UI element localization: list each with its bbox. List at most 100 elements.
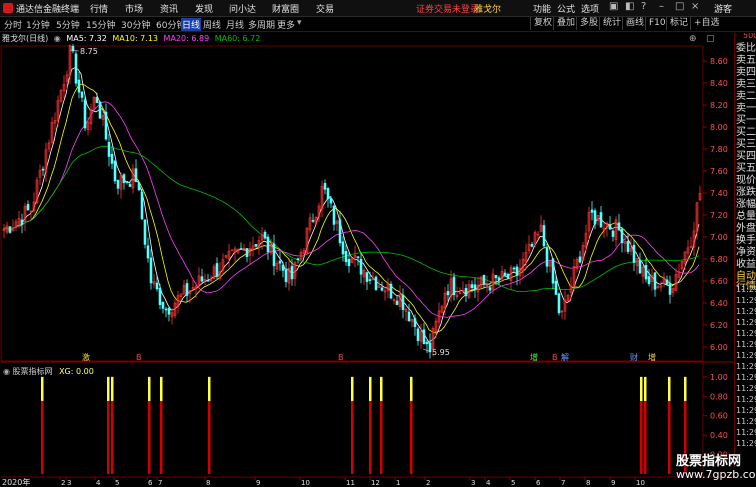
candle-body: [296, 258, 300, 260]
candle-body: [470, 284, 474, 288]
candle-body: [374, 276, 378, 290]
month-label: 8: [206, 479, 210, 487]
candle-body: [98, 101, 102, 119]
tick-time: 11:29: [736, 417, 756, 426]
event-marker[interactable]: B: [136, 353, 142, 362]
candle-body: [329, 198, 333, 204]
candle-body: [425, 341, 429, 345]
candle-body: [215, 263, 219, 277]
candle-body: [158, 287, 162, 306]
signal-bar: [41, 401, 44, 474]
candle-body: [428, 342, 432, 353]
kline-chart[interactable]: 8.60 8.40 8.20 8.00 7.80 7.60 7.40 7.20 7.00 6.80…: [0, 0, 734, 487]
month-label: 3: [67, 479, 71, 487]
ma5-line: [2, 67, 700, 343]
signal-bar-top: [410, 376, 413, 402]
candle-body: [185, 283, 189, 296]
high-annotation: 8.75: [80, 47, 98, 56]
candle-body: [311, 219, 315, 222]
candle-body: [665, 279, 669, 285]
signal-bar-top: [351, 376, 354, 402]
indicator-title[interactable]: 股票指标网: [13, 367, 53, 376]
candle-body: [578, 256, 582, 263]
candle-body: [653, 272, 657, 290]
candle-body: [368, 279, 372, 281]
watermark-title: 股票指标网: [676, 454, 742, 469]
signal-bar: [148, 401, 151, 474]
candle-body: [245, 248, 249, 257]
candle-body: [344, 251, 348, 263]
event-marker[interactable]: 增: [648, 352, 656, 362]
candle-body: [281, 264, 285, 271]
event-marker[interactable]: 激: [82, 352, 90, 362]
signal-bar-top: [160, 376, 163, 402]
month-label: 1: [396, 479, 400, 487]
signal-bar-top: [111, 376, 114, 402]
signal-bar: [111, 401, 114, 474]
candle-body: [554, 280, 558, 295]
signal-bar: [369, 401, 372, 474]
candle-body: [599, 212, 603, 228]
guest-label[interactable]: 游客: [714, 2, 732, 15]
candle-body: [20, 219, 24, 225]
signal-bar: [208, 401, 211, 474]
candle-body: [341, 241, 345, 255]
signal-bar-top: [107, 376, 110, 402]
indicator-axis-label: 1.00: [710, 373, 728, 382]
candle-body: [416, 328, 420, 341]
signal-bar: [640, 401, 643, 474]
tick-time: 11:29: [736, 428, 756, 437]
price-label: 8.40: [710, 79, 728, 88]
candle-body: [146, 245, 150, 259]
tick-time: 11:29: [736, 351, 756, 360]
event-marker[interactable]: 解: [561, 352, 569, 362]
low-annotation: 5.95: [432, 348, 450, 357]
candle-body: [239, 248, 243, 250]
main-panel-frame: [0, 45, 704, 362]
month-label: 4: [96, 479, 101, 487]
candle-body: [26, 204, 30, 211]
event-marker[interactable]: B: [338, 353, 344, 362]
tick-time: 11:29: [736, 307, 756, 316]
tick-time: 11:29: [736, 318, 756, 327]
month-label: 2: [426, 479, 430, 487]
candle-body: [452, 276, 456, 296]
candle-body: [290, 265, 294, 280]
month-label: 10: [636, 479, 645, 487]
indicator-settings-icon[interactable]: ◉: [3, 367, 10, 376]
price-label: 6.20: [710, 321, 728, 330]
candle-body: [557, 293, 561, 314]
candle-body: [593, 210, 597, 225]
price-label: 6.00: [710, 343, 728, 352]
tick-time: 11:29: [736, 285, 756, 294]
signal-bar-top: [668, 376, 671, 402]
candle-body: [167, 307, 171, 315]
year-label: 2020年: [2, 477, 30, 487]
signal-bar-top: [208, 376, 211, 402]
candle-body: [116, 179, 120, 189]
event-marker[interactable]: 财: [630, 352, 638, 362]
candle-body: [620, 228, 624, 243]
price-label: 8.20: [710, 101, 728, 110]
month-label: 5: [115, 479, 119, 487]
month-label: 3: [471, 479, 475, 487]
price-label: 6.40: [710, 299, 728, 308]
month-label: 2: [61, 479, 65, 487]
candle-body: [590, 209, 594, 213]
event-marker[interactable]: 增: [530, 352, 538, 362]
candle-body: [638, 259, 642, 274]
candle-body: [464, 287, 468, 297]
indicator-header: ◉ 股票指标网 XG: 0.00: [3, 366, 94, 377]
candle-body: [74, 53, 78, 84]
month-label: 9: [611, 479, 615, 487]
candle-body: [155, 282, 159, 290]
candle-body: [359, 258, 363, 275]
month-label: 6: [148, 479, 153, 487]
indicator-axis-label: 0.60: [710, 412, 728, 421]
candle-body: [611, 230, 615, 237]
price-label: 6.60: [710, 277, 728, 286]
tick-time: 11:29: [736, 296, 756, 305]
event-marker[interactable]: B: [552, 353, 558, 362]
indicator-axis-label: 0.80: [710, 392, 728, 401]
tick-time: 11:29: [736, 384, 756, 393]
